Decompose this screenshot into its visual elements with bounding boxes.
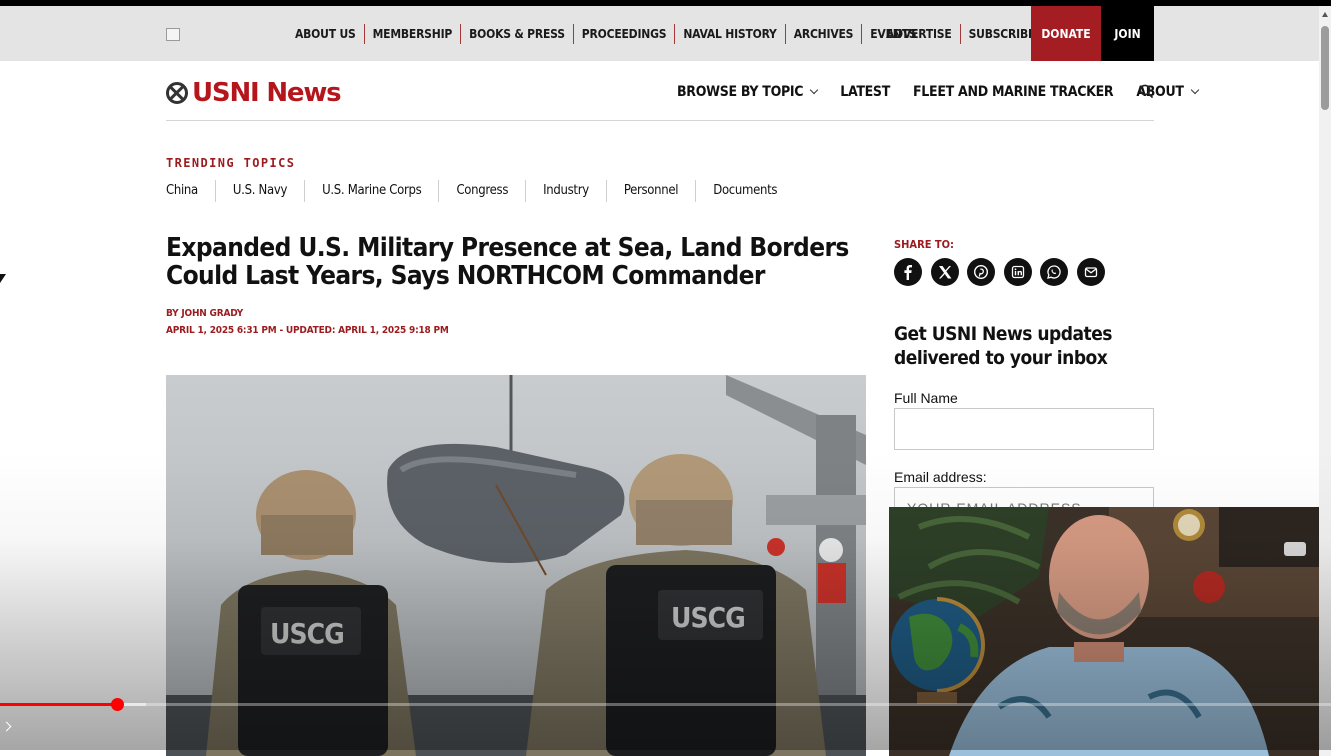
util-nav-membership[interactable]: MEMBERSHIP [363, 23, 461, 44]
email-label: Email address: [894, 469, 987, 485]
header-divider [166, 120, 1154, 121]
vest-label-right: USCG [671, 601, 746, 634]
trending-us-marine-corps[interactable]: U.S. Marine Corps [304, 180, 438, 202]
share-buttons [894, 258, 1113, 286]
scroll-up-arrow-icon[interactable] [1322, 12, 1328, 17]
trending-label: TRENDING TOPICS [166, 156, 296, 170]
search-icon[interactable] [1139, 84, 1153, 98]
video-progress-bar[interactable] [0, 698, 1331, 711]
util-nav-advertise[interactable]: ADVERTISE [878, 24, 960, 44]
trending-industry[interactable]: Industry [525, 180, 606, 202]
mouse-cursor-icon [0, 274, 6, 283]
donate-button[interactable]: DONATE [1031, 6, 1101, 61]
trending-personnel[interactable]: Personnel [605, 180, 695, 202]
full-name-label: Full Name [894, 390, 958, 406]
vertical-scrollbar[interactable] [1319, 6, 1331, 756]
trending-congress[interactable]: Congress [438, 180, 525, 202]
nav-latest[interactable]: LATEST [840, 84, 890, 100]
article-dateline: APRIL 1, 2025 6:31 PM - UPDATED: APRIL 1… [166, 325, 449, 336]
usni-anchor-icon [166, 82, 188, 104]
utility-bar: ABOUT US MEMBERSHIP BOOKS & PRESS PROCEE… [0, 6, 1319, 61]
util-nav-naval-history[interactable]: NAVAL HISTORY [674, 23, 784, 44]
x-icon[interactable] [930, 258, 959, 286]
trending-topics: China U.S. Navy U.S. Marine Corps Congre… [166, 180, 794, 202]
pinterest-icon[interactable] [967, 258, 995, 286]
share-label: SHARE TO: [894, 238, 955, 251]
util-nav-books-press[interactable]: BOOKS & PRESS [460, 23, 573, 44]
util-nav-about-us[interactable]: ABOUT US [287, 24, 364, 44]
progress-played [0, 703, 118, 706]
broken-image-icon [166, 28, 180, 41]
facebook-icon[interactable] [894, 258, 922, 286]
scrollbar-thumb[interactable] [1321, 26, 1329, 110]
join-button[interactable]: JOIN [1101, 6, 1154, 61]
article-byline: BY JOHN GRADY [166, 308, 243, 319]
browser-page: ABOUT US MEMBERSHIP BOOKS & PRESS PROCEE… [0, 6, 1331, 756]
trending-china[interactable]: China [166, 180, 215, 202]
chevron-down-icon [1190, 85, 1199, 95]
util-nav-proceedings[interactable]: PROCEEDINGS [572, 23, 675, 44]
linkedin-icon[interactable] [1003, 258, 1032, 286]
nav-fleet-tracker[interactable]: FLEET AND MARINE TRACKER [913, 84, 1114, 100]
nav-browse-by-topic[interactable]: BROWSE BY TOPIC [677, 84, 819, 100]
whatsapp-icon[interactable] [1040, 258, 1068, 286]
utility-nav: ABOUT US MEMBERSHIP BOOKS & PRESS PROCEE… [287, 6, 924, 61]
full-name-input[interactable] [894, 408, 1154, 450]
article-hero-image: USCG USCG [166, 375, 866, 756]
utility-nav-right: ADVERTISE SUBSCRIBE [878, 6, 1043, 61]
pip-video[interactable] [889, 507, 1331, 756]
trending-us-navy[interactable]: U.S. Navy [214, 180, 304, 202]
byline-prefix: BY [166, 308, 179, 319]
site-logo[interactable]: USNI News [166, 78, 342, 108]
author-link[interactable]: JOHN GRADY [181, 308, 243, 319]
trending-documents[interactable]: Documents [695, 180, 794, 202]
util-nav-archives[interactable]: ARCHIVES [784, 23, 862, 44]
site-logo-text: USNI News [192, 78, 342, 108]
article-headline: Expanded U.S. Military Presence at Sea, … [166, 233, 849, 291]
newsletter-title: Get USNI News updates delivered to your … [894, 323, 1112, 369]
vest-label-left: USCG [270, 617, 345, 650]
chevron-down-icon [810, 85, 819, 95]
email-icon[interactable] [1076, 258, 1105, 286]
